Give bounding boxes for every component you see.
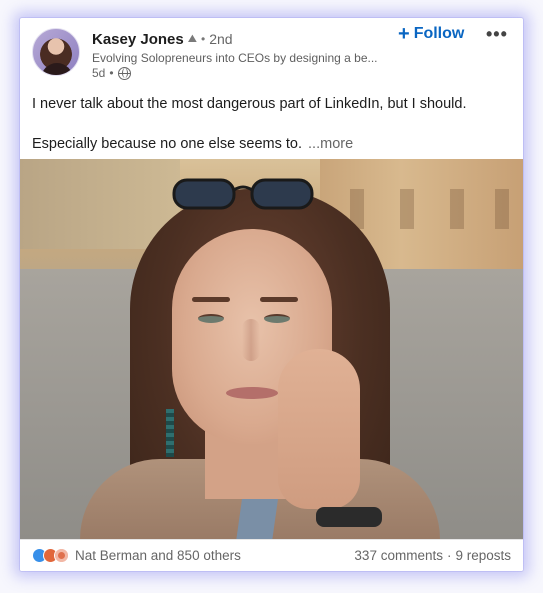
globe-icon [117, 66, 131, 80]
feed-post-card: Kasey Jones ⛰ • 2nd Evolving Solopreneur… [20, 18, 523, 571]
author-name-row: Kasey Jones ⛰ • 2nd [92, 30, 233, 48]
post-line-2-row: Especially because no one else seems to.… [32, 134, 512, 154]
name-separator: • [200, 32, 206, 46]
photo-sunglasses [172, 178, 314, 210]
post-line-1: I never talk about the most dangerous pa… [32, 96, 467, 112]
reposts-count[interactable]: 9 reposts [455, 548, 511, 563]
post-line-2: Especially because no one else seems to. [32, 136, 303, 152]
photo-nose [242, 319, 260, 361]
photo-watch [316, 507, 382, 527]
photo-window [450, 189, 464, 229]
stats-separator: · [446, 548, 452, 563]
reaction-icons [32, 548, 69, 563]
photo-hand [278, 349, 360, 509]
avatar-shoulders [41, 63, 73, 75]
reactions-text: Nat Berman and 850 others [75, 548, 241, 563]
photo-window [495, 189, 509, 229]
page-background: Kasey Jones ⛰ • 2nd Evolving Solopreneur… [0, 0, 543, 593]
mountain-icon: ⛰ [187, 32, 197, 45]
photo-right-eye [264, 314, 290, 323]
reactions-summary[interactable]: Nat Berman and 850 others [32, 548, 241, 563]
comments-count[interactable]: 337 comments [354, 548, 443, 563]
follow-label: Follow [413, 25, 465, 42]
post-time: 5d [92, 66, 106, 80]
see-more-link[interactable]: ...more [308, 136, 353, 152]
plus-icon: + [398, 23, 410, 45]
author-avatar[interactable] [32, 28, 80, 76]
photo-earring [166, 409, 174, 457]
author-name[interactable]: Kasey Jones [92, 31, 184, 48]
photo-right-brow [260, 297, 298, 302]
author-headline: Evolving Solopreneurs into CEOs by desig… [92, 51, 378, 65]
more-options-button[interactable]: ••• [486, 24, 508, 45]
engagement-stats: 337 comments · 9 reposts [354, 548, 511, 563]
follow-button[interactable]: + Follow [398, 23, 465, 45]
post-body: I never talk about the most dangerous pa… [32, 94, 512, 154]
photo-window [400, 189, 414, 229]
photo-left-brow [192, 297, 230, 302]
meta-separator: • [109, 66, 114, 80]
photo-lips [226, 387, 278, 399]
photo-left-eye [198, 314, 224, 323]
post-image[interactable] [20, 159, 523, 539]
post-meta: 5d • [92, 66, 131, 80]
social-counts-bar: Nat Berman and 850 others 337 comments ·… [20, 539, 523, 571]
love-icon [54, 548, 69, 563]
connection-degree: 2nd [209, 31, 233, 47]
